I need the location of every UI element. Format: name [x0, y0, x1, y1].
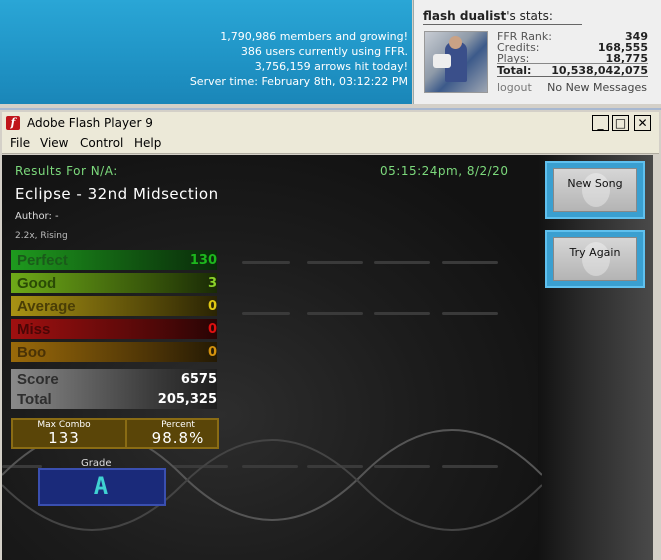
- arrows-hit-text: 3,756,159 arrows hit today!: [254, 60, 408, 73]
- song-title: Eclipse - 32nd Midsection: [15, 185, 219, 203]
- judgement-average: Average 0: [11, 296, 217, 316]
- song-difficulty: 2.2x, Rising: [15, 231, 68, 241]
- results-for-text: Results For N/A:: [15, 164, 118, 178]
- menu-control[interactable]: Control: [80, 136, 123, 150]
- stat-total: Total: 10,538,042,075: [497, 63, 648, 77]
- close-button[interactable]: ✕: [634, 115, 651, 131]
- site-stats-panel: 1,790,986 members and growing! 386 users…: [0, 0, 412, 104]
- logout-link[interactable]: logout: [497, 81, 532, 94]
- max-combo: Max Combo 133: [37, 420, 91, 447]
- grade-value: A: [93, 472, 109, 500]
- username-link[interactable]: flash dualist: [423, 9, 506, 23]
- total-row: Total 205,325: [11, 389, 217, 409]
- grade-badge: A: [38, 468, 166, 506]
- try-again-button[interactable]: Try Again: [545, 230, 645, 288]
- new-song-button[interactable]: New Song: [545, 161, 645, 219]
- judgement-miss: Miss 0: [11, 319, 217, 339]
- user-stats-panel: flash dualist's stats: FFR Rank: 349 Cred…: [413, 0, 661, 104]
- judgement-boo: Boo 0: [11, 342, 217, 362]
- flash-player-window: f Adobe Flash Player 9 _ □ ✕ File View C…: [0, 108, 661, 560]
- menu-file[interactable]: File: [10, 136, 30, 150]
- song-author: Author: -: [15, 211, 59, 222]
- messages-link[interactable]: No New Messages: [547, 81, 647, 94]
- score-row: Score 6575: [11, 369, 217, 389]
- users-online-text: 386 users currently using FFR.: [240, 45, 408, 58]
- game-stage: Results For N/A: 05:15:24pm, 8/2/20 Ecli…: [2, 155, 653, 560]
- window-titlebar[interactable]: f Adobe Flash Player 9 _ □ ✕: [2, 112, 659, 134]
- timestamp-text: 05:15:24pm, 8/2/20: [380, 164, 509, 178]
- maximize-button[interactable]: □: [612, 115, 629, 131]
- divider: [423, 24, 582, 25]
- menu-help[interactable]: Help: [134, 136, 161, 150]
- judgement-good: Good 3: [11, 273, 217, 293]
- percent: Percent 98.8%: [151, 420, 205, 447]
- menu-bar: File View Control Help: [2, 134, 659, 154]
- divider: [497, 76, 648, 77]
- members-count-text: 1,790,986 members and growing!: [220, 30, 408, 43]
- avatar: [424, 31, 488, 93]
- judgement-perfect: Perfect 130: [11, 250, 217, 270]
- combo-percent-panel: Max Combo 133 Percent 98.8%: [11, 418, 219, 449]
- menu-view[interactable]: View: [40, 136, 68, 150]
- window-title: Adobe Flash Player 9: [27, 116, 153, 130]
- site-banner: 1,790,986 members and growing! 386 users…: [0, 0, 661, 104]
- server-time-text: Server time: February 8th, 03:12:22 PM: [189, 75, 408, 88]
- user-stats-title: flash dualist's stats:: [423, 9, 553, 23]
- flash-player-icon: f: [6, 116, 20, 130]
- minimize-button[interactable]: _: [592, 115, 609, 131]
- stats-title-suffix: 's stats:: [506, 9, 553, 23]
